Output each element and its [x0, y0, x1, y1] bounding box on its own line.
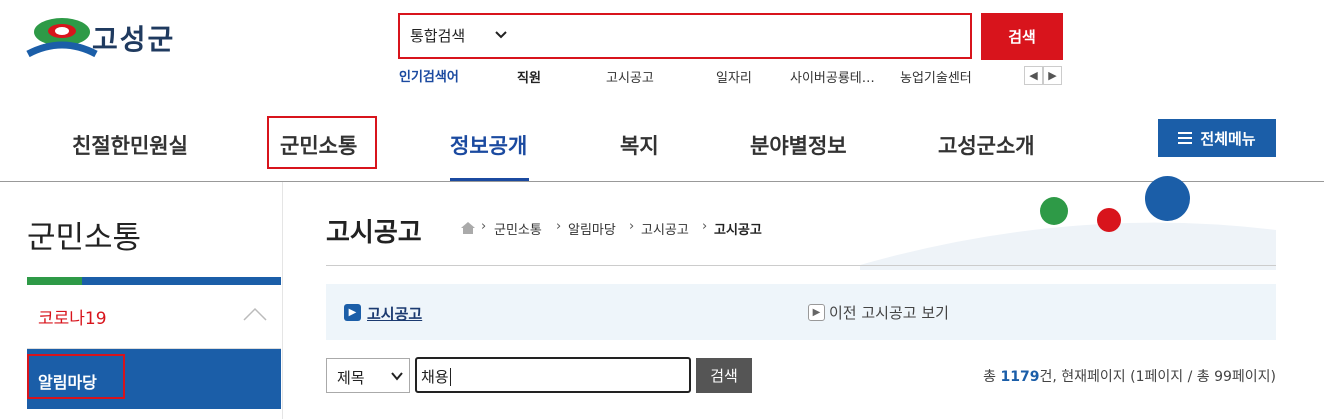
popular-keywords-label: 인기검색어 [399, 70, 459, 85]
nav-item-about[interactable]: 고성군소개 [938, 130, 1035, 160]
decor-red-dot [1097, 208, 1121, 232]
decor-green-dot [1040, 197, 1068, 225]
result-count-number: 1179 [1000, 369, 1040, 385]
keyword-input[interactable] [415, 357, 691, 393]
hamburger-icon [1178, 132, 1193, 144]
sidebar-highlight-box [27, 354, 125, 399]
all-menu-label: 전체메뉴 [1200, 130, 1256, 148]
breadcrumb-separator: › [481, 219, 487, 234]
chevron-right-icon: ▶ [344, 304, 361, 321]
sidebar-accent-green [27, 277, 82, 285]
all-menu-button[interactable]: 전체메뉴 [1158, 119, 1276, 157]
result-count: 총 1179건, 현재페이지 (1페이지 / 총 99페이지) [983, 369, 1276, 385]
home-icon[interactable] [460, 221, 476, 235]
notice-link[interactable]: 고시공고 [367, 303, 422, 324]
nav-item-fields[interactable]: 분야별정보 [750, 130, 847, 160]
popular-keyword[interactable]: 직원 [517, 67, 541, 86]
search-input[interactable] [398, 13, 972, 59]
keyword-search-button[interactable]: 검색 [696, 358, 752, 393]
popular-keyword[interactable]: 사이버공룡테… [790, 67, 875, 86]
popular-next-button[interactable]: ▶ [1043, 66, 1062, 85]
nav-highlight-box [267, 116, 377, 169]
search-field-value: 제목 [337, 369, 365, 387]
breadcrumb-item[interactable]: 알림마당 [568, 219, 616, 238]
breadcrumb-separator: › [629, 219, 635, 234]
chevron-down-icon [391, 372, 403, 381]
chevron-right-icon: ▶ [808, 304, 825, 321]
nav-item-information[interactable]: 정보공개 [450, 130, 527, 160]
chevron-left-icon: ◀ [1029, 69, 1038, 82]
sidebar-title: 군민소통 [27, 220, 142, 256]
nav-item-welfare[interactable]: 복지 [620, 130, 659, 160]
nav-item-civil-service[interactable]: 친절한민원실 [72, 130, 188, 160]
sidebar-divider-vertical [282, 182, 283, 419]
sidebar-item-corona[interactable]: 코로나19 [38, 304, 107, 329]
popular-keyword[interactable]: 농업기술센터 [900, 67, 972, 86]
chevron-right-icon: ▶ [1048, 69, 1057, 82]
content-divider [326, 265, 1276, 266]
keyword-value: 채용 [421, 368, 451, 386]
popular-prev-button[interactable]: ◀ [1024, 66, 1043, 85]
notice-panel [326, 284, 1276, 340]
nav-divider [0, 181, 1324, 182]
chevron-down-icon[interactable] [494, 27, 508, 41]
search-button[interactable]: 검색 [981, 13, 1063, 60]
breadcrumb-separator: › [702, 219, 708, 234]
breadcrumb-item[interactable]: 군민소통 [494, 219, 542, 238]
breadcrumb-current: 고시공고 [714, 223, 762, 238]
popular-keyword[interactable]: 고시공고 [606, 67, 654, 86]
breadcrumb-separator: › [556, 219, 562, 234]
breadcrumb-item[interactable]: 고시공고 [641, 219, 689, 238]
decorative-arc [860, 222, 1276, 270]
previous-notices-link[interactable]: 이전 고시공고 보기 [829, 302, 949, 323]
chevron-up-icon[interactable] [243, 306, 267, 322]
popular-keyword[interactable]: 일자리 [716, 67, 752, 86]
search-scope-select[interactable]: 통합검색 [410, 25, 465, 46]
logo-text: 고성군 [92, 23, 176, 56]
sidebar-accent-blue [82, 277, 281, 285]
page-title: 고시공고 [326, 218, 422, 248]
decor-blue-dot [1145, 176, 1190, 221]
